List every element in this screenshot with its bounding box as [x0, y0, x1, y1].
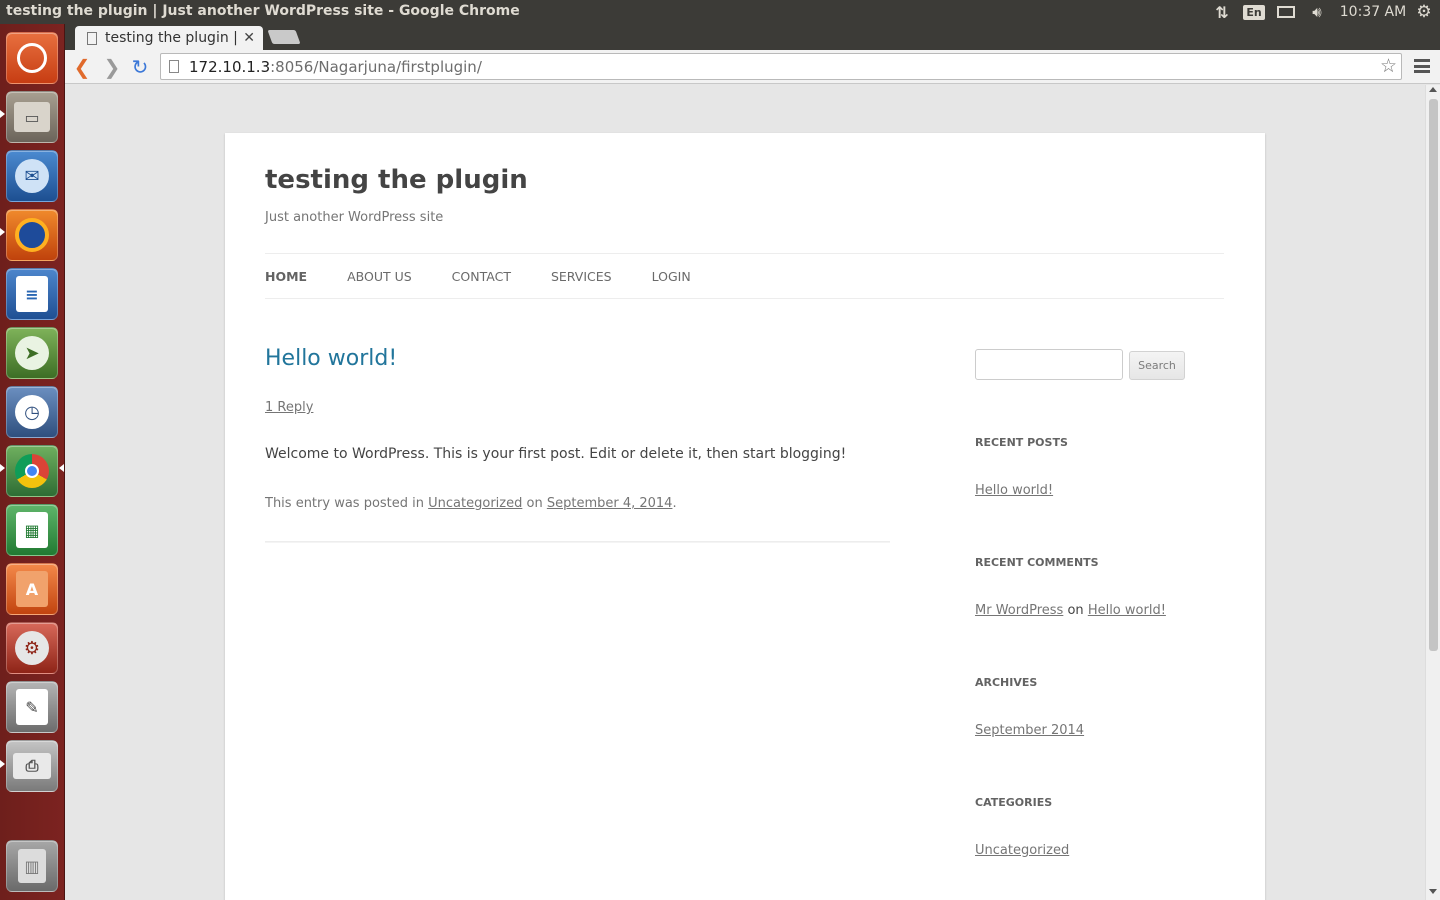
recent-posts-title: RECENT POSTS [975, 436, 1068, 449]
forward-button[interactable]: ❯ [100, 55, 124, 79]
tab-active[interactable]: testing the plugin | Ju ✕ [75, 26, 263, 50]
volume-icon[interactable]: 🔊︎ [1304, 0, 1330, 24]
ubuntu-logo-icon [17, 43, 47, 73]
mail-envelope-icon[interactable] [1274, 0, 1298, 24]
comment-post-link[interactable]: Hello world! [1088, 603, 1166, 618]
network-updown-icon[interactable]: ⇅ [1210, 0, 1234, 24]
launcher-software-center[interactable]: A [6, 563, 58, 615]
launcher-firefox[interactable] [6, 209, 58, 261]
compass-gear-icon: ➤ [15, 336, 49, 370]
tab-strip: testing the plugin | Ju ✕ [65, 24, 1440, 50]
trash-icon: ▥ [18, 849, 46, 883]
launcher-trash[interactable]: ▥ [6, 840, 58, 892]
archives-title: ARCHIVES [975, 676, 1038, 689]
recent-comments-title: RECENT COMMENTS [975, 556, 1099, 569]
post-title[interactable]: Hello world! [265, 346, 397, 371]
launcher-system-tool[interactable]: ➤ [6, 327, 58, 379]
browser-toolbar: ❮ ❯ ↻ 172.10.1.3:8056/Nagarjuna/firstplu… [65, 50, 1440, 84]
back-button[interactable]: ❮ [70, 55, 94, 79]
thunderbird-icon: ✉ [15, 159, 49, 193]
chrome-window: testing the plugin | Ju ✕ ❮ ❯ ↻ 172.10.1… [65, 24, 1440, 900]
keyboard-layout-label: En [1243, 4, 1265, 20]
launcher-thunderbird[interactable]: ✉ [6, 150, 58, 202]
clock-icon: ◷ [15, 395, 49, 429]
launcher-text-editor[interactable]: ✎ [6, 681, 58, 733]
reload-button[interactable]: ↻ [128, 55, 152, 79]
address-bar[interactable]: 172.10.1.3:8056/Nagarjuna/firstplugin/ ☆ [160, 53, 1402, 80]
comment-author-link[interactable]: Mr WordPress [975, 603, 1063, 618]
page-icon [169, 60, 179, 73]
launcher-files[interactable]: ▭ [6, 91, 58, 143]
scroll-down-arrow-icon[interactable] [1429, 889, 1437, 894]
launcher-scanner[interactable]: ⎙ [6, 740, 58, 792]
text-editor-icon: ✎ [16, 689, 48, 725]
nav-login[interactable]: LOGIN [652, 269, 691, 284]
wordpress-page: testing the plugin Just another WordPres… [225, 133, 1265, 900]
reply-link[interactable]: 1 Reply [265, 400, 313, 415]
bookmark-star-icon[interactable]: ☆ [1380, 55, 1397, 77]
tab-close-icon[interactable]: ✕ [243, 30, 255, 46]
keyboard-layout-indicator[interactable]: En [1243, 0, 1265, 24]
tab-title: testing the plugin | Ju [105, 30, 238, 46]
launcher-libreoffice-writer[interactable]: ≡ [6, 268, 58, 320]
file-cabinet-icon: ▭ [14, 102, 50, 132]
sidebar-category-link[interactable]: Uncategorized [975, 843, 1069, 858]
meta-suffix: . [672, 496, 677, 511]
clock-indicator[interactable]: 10:37 AM [1338, 0, 1408, 24]
launcher-system-settings[interactable]: ⚙ [6, 622, 58, 674]
page-icon [87, 31, 97, 45]
wrench-gear-icon: ⚙ [15, 631, 49, 665]
top-panel: testing the plugin | Just another WordPr… [0, 0, 1440, 24]
site-description: Just another WordPress site [265, 210, 444, 225]
post-date-link[interactable]: September 4, 2014 [547, 496, 673, 511]
url-host: 172.10.1.3 [189, 57, 271, 76]
nav-services[interactable]: SERVICES [551, 269, 612, 284]
post-meta: This entry was posted in Uncategorized o… [265, 496, 677, 511]
post-divider [265, 541, 890, 543]
scanner-icon: ⎙ [13, 753, 51, 779]
search-button[interactable]: Search [1129, 351, 1185, 380]
site-title[interactable]: testing the plugin [265, 165, 528, 195]
recent-post-link[interactable]: Hello world! [975, 483, 1053, 498]
archive-link[interactable]: September 2014 [975, 723, 1084, 738]
calc-spreadsheet-icon: ▦ [16, 512, 48, 548]
chrome-icon [15, 454, 49, 488]
scroll-thumb[interactable] [1429, 99, 1438, 651]
archive-item: September 2014 [975, 723, 1084, 738]
url-path: :8056/Nagarjuna/firstplugin/ [270, 57, 482, 76]
search-input[interactable] [975, 349, 1123, 380]
meta-on: on [526, 496, 543, 511]
launcher-chrome[interactable] [6, 445, 58, 497]
page-viewport: testing the plugin Just another WordPres… [65, 85, 1425, 900]
nav-home[interactable]: HOME [265, 269, 307, 284]
session-gear-icon[interactable]: ⚙ [1412, 0, 1436, 24]
main-navigation: HOME ABOUT US CONTACT SERVICES LOGIN [265, 253, 1224, 299]
window-title: testing the plugin | Just another WordPr… [6, 3, 520, 19]
shopping-bag-icon: A [16, 571, 48, 607]
firefox-icon [15, 218, 49, 252]
meta-prefix: This entry was posted in [265, 496, 425, 511]
launcher-clock-app[interactable]: ◷ [6, 386, 58, 438]
recent-post-item: Hello world! [975, 483, 1053, 498]
nav-about-us[interactable]: ABOUT US [347, 269, 412, 284]
post-content: Welcome to WordPress. This is your first… [265, 446, 847, 462]
unity-launcher: ▭ ✉ ≡ ➤ ◷ ▦ A ⚙ ✎ ⎙ ▥ [0, 24, 65, 900]
categories-title: CATEGORIES [975, 796, 1053, 809]
writer-document-icon: ≡ [16, 276, 48, 312]
launcher-dash-home[interactable] [6, 32, 58, 84]
launcher-libreoffice-calc[interactable]: ▦ [6, 504, 58, 556]
new-tab-button[interactable] [267, 30, 301, 44]
recent-comment-item: Mr WordPress on Hello world! [975, 603, 1166, 618]
chrome-menu-button[interactable] [1414, 58, 1430, 74]
vertical-scrollbar[interactable] [1425, 85, 1440, 900]
category-item: Uncategorized [975, 843, 1069, 858]
category-link[interactable]: Uncategorized [428, 496, 522, 511]
comment-on: on [1067, 603, 1084, 618]
scroll-up-arrow-icon[interactable] [1429, 87, 1437, 92]
nav-contact[interactable]: CONTACT [452, 269, 511, 284]
